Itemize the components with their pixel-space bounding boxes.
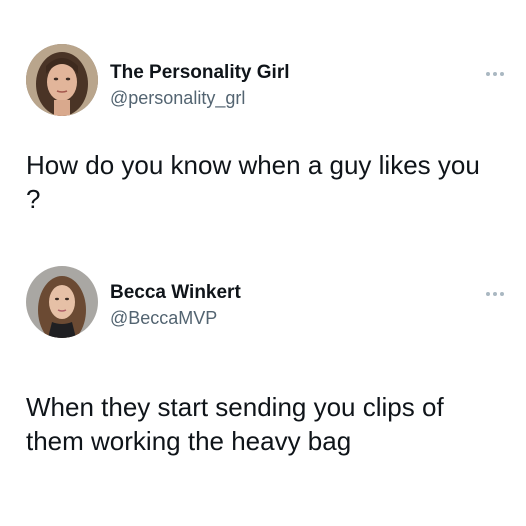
tweet-text: How do you know when a guy likes you ? bbox=[26, 150, 480, 214]
display-name[interactable]: The Personality Girl bbox=[110, 62, 290, 84]
tweet: Becca Winkert @BeccaMVP When they start … bbox=[0, 262, 526, 526]
user-handle[interactable]: @BeccaMVP bbox=[110, 308, 217, 329]
display-name[interactable]: Becca Winkert bbox=[110, 282, 241, 304]
profile-photo-icon bbox=[26, 266, 98, 338]
user-handle[interactable]: @personality_grl bbox=[110, 88, 245, 109]
avatar[interactable] bbox=[26, 44, 98, 116]
avatar[interactable] bbox=[26, 266, 98, 338]
more-options-icon[interactable] bbox=[484, 286, 506, 296]
profile-photo-icon bbox=[26, 44, 98, 116]
tweet: The Personality Girl @personality_grl Ho… bbox=[0, 0, 526, 240]
tweet-text: When they start sending you clips of the… bbox=[26, 392, 444, 456]
more-options-icon[interactable] bbox=[484, 66, 506, 76]
